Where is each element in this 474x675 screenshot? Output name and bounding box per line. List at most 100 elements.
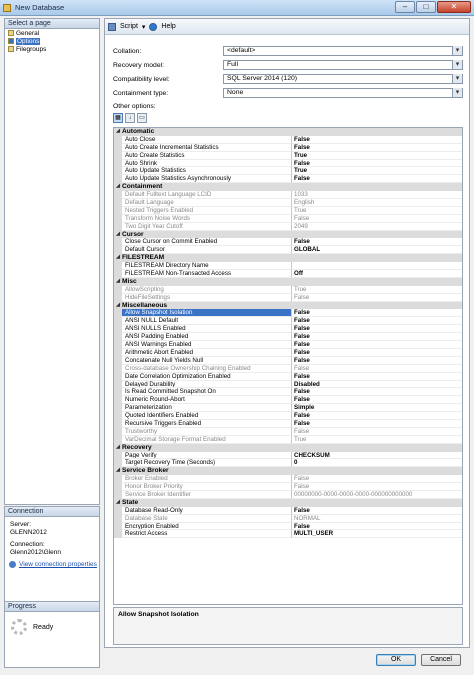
- grid-property-value[interactable]: Disabled: [292, 381, 462, 389]
- grid-property-value[interactable]: False: [292, 294, 462, 302]
- grid-property-value[interactable]: [292, 262, 462, 271]
- collapse-icon[interactable]: ◢: [114, 278, 122, 286]
- grid-row[interactable]: Auto Update Statistics True: [114, 167, 462, 176]
- grid-property-value[interactable]: NORMAL: [292, 515, 462, 523]
- grid-row[interactable]: Broker Enabled False: [114, 475, 462, 484]
- grid-property-value[interactable]: False: [292, 396, 462, 405]
- grid-row[interactable]: ANSI NULLS Enabled False: [114, 325, 462, 334]
- grid-row[interactable]: ANSI Padding Enabled False: [114, 333, 462, 342]
- property-pages-icon[interactable]: ▭: [137, 113, 147, 123]
- grid-row[interactable]: Target Recovery Time (Seconds) 0: [114, 459, 462, 468]
- grid-property-value[interactable]: Simple: [292, 404, 462, 413]
- grid-row[interactable]: Delayed Durability Disabled: [114, 380, 462, 389]
- grid-row[interactable]: VarDecimal Storage Format Enabled True: [114, 435, 462, 444]
- grid-row[interactable]: Is Read Committed Snapshot On False: [114, 388, 462, 397]
- help-icon[interactable]: [149, 22, 158, 31]
- grid-property-value[interactable]: 2049: [292, 223, 462, 231]
- grid-property-value[interactable]: False: [292, 238, 462, 247]
- collapse-icon[interactable]: ◢: [114, 128, 122, 136]
- grid-property-value[interactable]: False: [292, 160, 462, 168]
- containment-type-select[interactable]: None: [223, 88, 463, 98]
- grid-property-value[interactable]: False: [292, 144, 462, 152]
- grid-row[interactable]: Allow Snapshot Isolation False: [114, 309, 462, 318]
- grid-row[interactable]: Cross-database Ownership Chaining Enable…: [114, 364, 462, 373]
- collation-select[interactable]: <default>: [223, 46, 463, 56]
- grid-property-value[interactable]: False: [292, 136, 462, 144]
- grid-property-value[interactable]: 1033: [292, 191, 462, 200]
- collapse-icon[interactable]: ◢: [114, 231, 122, 239]
- grid-category[interactable]: ◢ FILESTREAM: [114, 254, 462, 263]
- grid-row[interactable]: HideFileSettings False: [114, 293, 462, 302]
- grid-row[interactable]: Transform Noise Words False: [114, 214, 462, 223]
- grid-property-value[interactable]: False: [292, 341, 462, 349]
- grid-property-value[interactable]: False: [292, 507, 462, 515]
- grid-row[interactable]: FILESTREAM Non-Transacted Access Off: [114, 270, 462, 278]
- alphabetical-sort-icon[interactable]: ↓: [125, 113, 135, 123]
- grid-row[interactable]: Parameterization Simple: [114, 404, 462, 413]
- grid-row[interactable]: Auto Shrink False: [114, 159, 462, 168]
- grid-property-value[interactable]: False: [292, 475, 462, 484]
- grid-row[interactable]: ANSI Warnings Enabled False: [114, 341, 462, 349]
- minimize-button[interactable]: –: [395, 1, 415, 13]
- grid-category[interactable]: ◢ Automatic: [114, 128, 462, 136]
- grid-property-value[interactable]: True: [292, 152, 462, 160]
- grid-property-value[interactable]: False: [292, 175, 462, 184]
- grid-property-value[interactable]: 0: [292, 459, 462, 468]
- grid-category[interactable]: ◢ Containment: [114, 183, 462, 192]
- collapse-icon[interactable]: ◢: [114, 467, 122, 475]
- ok-button[interactable]: OK: [376, 654, 416, 666]
- grid-property-value[interactable]: False: [292, 325, 462, 334]
- grid-row[interactable]: Quoted Identifiers Enabled False: [114, 412, 462, 420]
- help-button[interactable]: Help: [161, 23, 175, 30]
- grid-row[interactable]: Nested Triggers Enabled True: [114, 206, 462, 215]
- collapse-icon[interactable]: ◢: [114, 499, 122, 507]
- grid-property-value[interactable]: False: [292, 388, 462, 397]
- grid-row[interactable]: Default Cursor GLOBAL: [114, 246, 462, 255]
- grid-property-value[interactable]: False: [292, 349, 462, 357]
- collapse-icon[interactable]: ◢: [114, 183, 122, 191]
- grid-property-value[interactable]: MULTI_USER: [292, 530, 462, 539]
- grid-property-value[interactable]: False: [292, 365, 462, 373]
- page-item-options[interactable]: Options: [5, 37, 99, 45]
- collapse-icon[interactable]: ◢: [114, 254, 122, 262]
- grid-row[interactable]: Restrict Access MULTI_USER: [114, 530, 462, 539]
- grid-category[interactable]: ◢ Service Broker: [114, 467, 462, 476]
- grid-property-value[interactable]: True: [292, 436, 462, 444]
- grid-row[interactable]: Page Verify CHECKSUM: [114, 451, 462, 460]
- grid-row[interactable]: Database Read-Only False: [114, 506, 462, 515]
- grid-row[interactable]: Numeric Round-Abort False: [114, 396, 462, 405]
- grid-row[interactable]: Service Broker Identifier 00000000-0000-0…: [114, 490, 462, 499]
- script-icon[interactable]: [108, 22, 116, 31]
- collapse-icon[interactable]: ◢: [114, 302, 122, 310]
- grid-property-value[interactable]: False: [292, 483, 462, 491]
- grid-property-value[interactable]: False: [292, 412, 462, 420]
- grid-row[interactable]: Close Cursor on Commit Enabled False: [114, 238, 462, 247]
- grid-row[interactable]: Two Digit Year Cutoff 2049: [114, 222, 462, 231]
- grid-property-value[interactable]: False: [292, 373, 462, 381]
- grid-property-value[interactable]: False: [292, 317, 462, 326]
- grid-property-value[interactable]: Off: [292, 270, 462, 278]
- grid-property-value[interactable]: False: [292, 420, 462, 428]
- collapse-icon[interactable]: ◢: [114, 444, 122, 452]
- compatibility-level-select[interactable]: SQL Server 2014 (120): [223, 74, 463, 84]
- close-button[interactable]: ✕: [437, 1, 471, 13]
- grid-row[interactable]: Encryption Enabled False: [114, 522, 462, 531]
- grid-property-value[interactable]: False: [292, 428, 462, 436]
- grid-property-value[interactable]: False: [292, 215, 462, 223]
- maximize-button[interactable]: □: [416, 1, 436, 13]
- grid-row[interactable]: Default Language English: [114, 199, 462, 207]
- grid-category[interactable]: ◢ State: [114, 498, 462, 507]
- grid-row[interactable]: Date Correlation Optimization Enabled Fal…: [114, 372, 462, 381]
- grid-property-value[interactable]: False: [292, 357, 462, 365]
- view-connection-properties-link[interactable]: View connection properties: [5, 561, 99, 568]
- grid-row[interactable]: Concatenate Null Yields Null False: [114, 356, 462, 365]
- categorized-view-icon[interactable]: ▦: [113, 113, 123, 123]
- grid-row[interactable]: Auto Create Statistics True: [114, 151, 462, 160]
- grid-property-value[interactable]: True: [292, 167, 462, 176]
- grid-category[interactable]: ◢ Recovery: [114, 443, 462, 452]
- grid-row[interactable]: Default Fulltext Language LCID 1033: [114, 191, 462, 200]
- grid-row[interactable]: ANSI NULL Default False: [114, 317, 462, 326]
- page-item-filegroups[interactable]: Filegroups: [5, 45, 99, 53]
- grid-row[interactable]: Auto Create Incremental Statistics False: [114, 143, 462, 152]
- grid-property-value[interactable]: English: [292, 199, 462, 207]
